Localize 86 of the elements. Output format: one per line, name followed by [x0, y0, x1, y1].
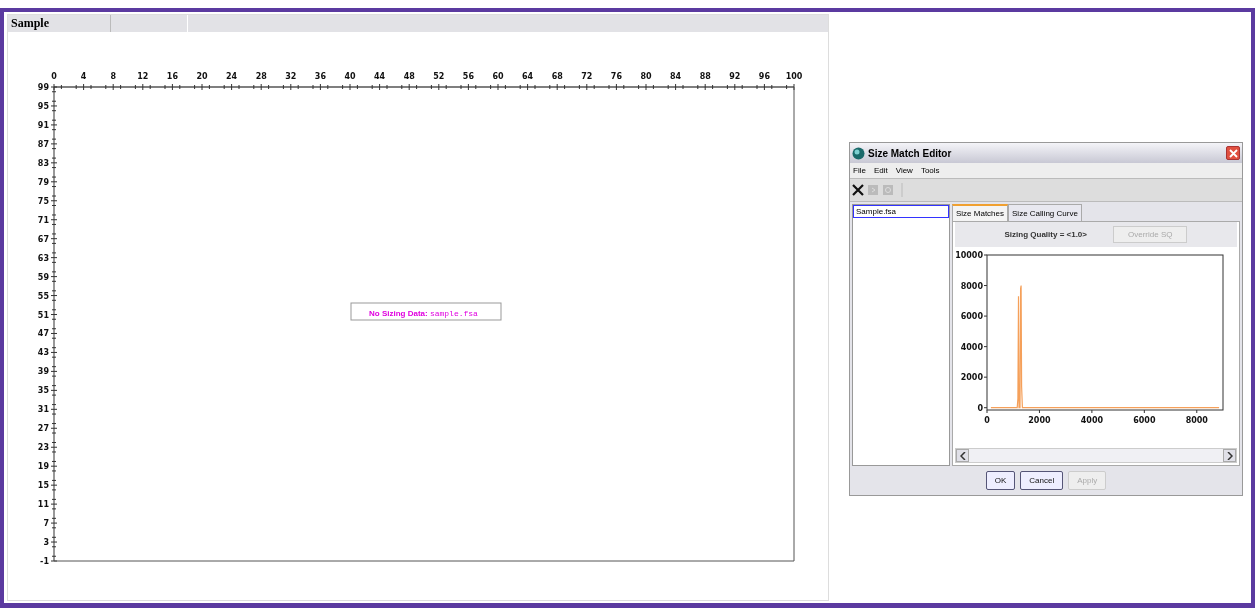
y-tick-label: 31 [37, 405, 49, 415]
y-tick-label: 55 [37, 291, 49, 301]
y-tick-label: 19 [37, 462, 49, 472]
y-tick-label: 35 [37, 386, 49, 396]
x-tick-label: 4 [80, 72, 87, 81]
y-tick-label: 87 [37, 139, 49, 149]
x-tick-label: 20 [196, 72, 208, 81]
y-tick-label: 91 [37, 120, 49, 130]
y-tick-label: 59 [37, 272, 49, 282]
x-tick-label: 68 [551, 72, 563, 81]
x-tick-label: 6000 [1133, 416, 1156, 425]
export-icon [867, 184, 879, 196]
x-tick-label: 80 [640, 72, 652, 81]
cancel-button[interactable]: Cancel [1020, 471, 1064, 490]
no-data-message: No Sizing Data: sample.fsa [369, 308, 478, 318]
menu-item[interactable]: View [895, 166, 913, 175]
x-tick-label: 0 [984, 416, 990, 425]
horizontal-scrollbar[interactable] [955, 448, 1237, 463]
x-tick-label: 40 [344, 72, 356, 81]
app-icon [852, 146, 865, 160]
y-tick-label: 47 [37, 329, 49, 339]
x-tick-label: 12 [137, 72, 149, 81]
x-tick-label: 16 [166, 72, 178, 81]
menu-item[interactable]: File [853, 166, 866, 175]
y-tick-label: 67 [37, 234, 49, 244]
y-tick-label: 51 [37, 310, 49, 320]
y-tick-label: 43 [37, 348, 49, 358]
y-tick-label: 63 [37, 253, 49, 263]
sizing-quality-label: Sizing Quality = <1.0> [1004, 230, 1087, 239]
x-tick-label: 64 [522, 72, 534, 81]
x-tick-label: 84 [670, 72, 682, 81]
x-tick-label: 48 [403, 72, 415, 81]
document-title: Sample [8, 15, 111, 32]
y-tick-label: 8000 [960, 281, 983, 291]
x-tick-label: 100 [785, 72, 803, 81]
image-icon [882, 184, 894, 196]
close-button[interactable] [1226, 146, 1240, 160]
y-tick-label: 7 [43, 519, 49, 529]
x-tick-label: 96 [758, 72, 770, 81]
x-tick-label: 36 [314, 72, 326, 81]
y-tick-label: 6000 [960, 312, 983, 322]
close-icon [1228, 148, 1238, 158]
scroll-right-icon [1226, 451, 1233, 460]
x-tick-label: 72 [581, 72, 593, 81]
y-tick-label: 10000 [955, 251, 983, 260]
x-tick-label: 60 [492, 72, 504, 81]
y-tick-label: 27 [37, 424, 49, 434]
y-tick-label: 71 [37, 215, 49, 225]
x-tick-label: 52 [433, 72, 445, 81]
x-tick-label: 0 [51, 72, 57, 81]
x-tick-label: 28 [255, 72, 267, 81]
delete-button[interactable] [852, 184, 864, 196]
y-tick-label: -1 [40, 557, 49, 566]
y-tick-label: 83 [37, 158, 49, 168]
y-tick-label: 2000 [960, 373, 983, 383]
file-list-item[interactable]: Sample.fsa [853, 205, 949, 218]
x-tick-label: 8000 [1185, 416, 1208, 425]
tab[interactable]: Size Calling Curve [1008, 204, 1082, 221]
y-tick-label: 3 [43, 538, 49, 548]
scroll-left-icon [959, 451, 966, 460]
y-tick-label: 95 [37, 101, 49, 111]
y-tick-label: 79 [37, 177, 49, 187]
x-tick-label: 76 [610, 72, 622, 81]
x-tick-label: 88 [699, 72, 711, 81]
y-tick-label: 99 [37, 83, 49, 92]
y-tick-label: 11 [37, 500, 49, 510]
x-tick-label: 32 [285, 72, 297, 81]
y-tick-label: 75 [37, 196, 49, 206]
x-tick-label: 56 [462, 72, 474, 81]
x-tick-label: 24 [226, 72, 238, 81]
y-tick-label: 23 [37, 443, 49, 453]
y-tick-label: 39 [37, 367, 49, 377]
window-title: Size Match Editor [868, 147, 953, 159]
x-tick-label: 44 [374, 72, 386, 81]
x-tick-label: 2000 [1028, 416, 1051, 425]
y-tick-label: 4000 [960, 342, 983, 352]
y-tick-label: 0 [977, 403, 983, 413]
menu-item[interactable]: Edit [873, 166, 888, 175]
menu-item[interactable]: Tools [920, 166, 940, 175]
x-icon [852, 184, 864, 196]
x-tick-label: 8 [110, 72, 116, 81]
x-tick-label: 4000 [1080, 416, 1103, 425]
x-tick-label: 92 [729, 72, 741, 81]
tab[interactable]: Size Matches [952, 204, 1009, 221]
y-tick-label: 15 [37, 481, 49, 491]
ok-button[interactable]: OK [985, 471, 1016, 490]
